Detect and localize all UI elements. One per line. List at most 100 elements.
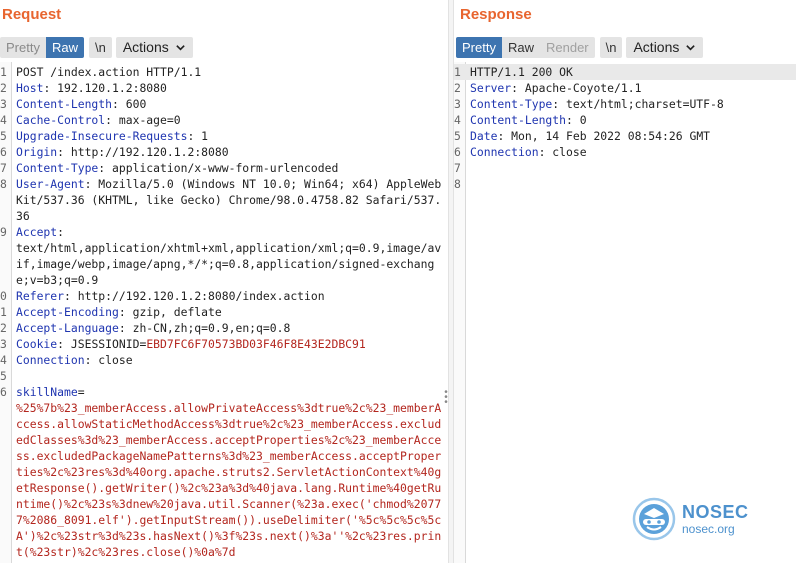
- header-name: Server: [470, 81, 512, 95]
- line-number: 2: [0, 321, 7, 335]
- header-name: Accept-Language: [16, 321, 119, 335]
- header-name: Connection: [16, 353, 85, 367]
- header-name: Cache-Control: [16, 113, 106, 127]
- watermark-title: NOSEC: [682, 502, 749, 522]
- header-value: Apache-Coyote/1.1: [518, 81, 642, 95]
- colon: :: [118, 321, 126, 335]
- request-line: 5: [0, 368, 448, 384]
- response-line: 4 Content-Length: 0: [454, 112, 796, 128]
- line-number: 5: [454, 129, 461, 143]
- response-title: Response: [460, 6, 532, 23]
- header-value: JSESSIONID: [64, 337, 140, 351]
- response-newline-toggle[interactable]: \n: [599, 36, 623, 58]
- line-number: 4: [0, 113, 7, 127]
- param-value: %25%7b%23_memberAccess.allowPrivateAcces…: [16, 401, 442, 559]
- header-value: gzip, deflate: [125, 305, 222, 319]
- line-number: 1: [0, 305, 7, 319]
- response-line: 6 Connection: close: [454, 144, 796, 160]
- header-value: http://192.120.1.2:8080/index.action: [70, 289, 325, 303]
- request-line: 3 Content-Length: 600: [0, 96, 448, 112]
- line-number: 7: [454, 161, 461, 175]
- line-text: POST /index.action HTTP/1.1: [16, 65, 202, 79]
- header-value: max-age=0: [112, 113, 181, 127]
- response-line: 1 HTTP/1.1 200 OK: [454, 64, 796, 80]
- line-number: 7: [0, 161, 7, 175]
- colon: :: [57, 337, 65, 351]
- response-line: 8: [454, 176, 796, 192]
- request-raw-tab[interactable]: Raw: [45, 36, 84, 58]
- header-value: 192.120.1.2:8080: [50, 81, 167, 95]
- nosec-logo-icon: [632, 497, 676, 541]
- request-line: 4 Cache-Control: max-age=0: [0, 112, 448, 128]
- response-pane: Response Pretty Raw Render \n Actions 1H…: [454, 0, 796, 563]
- header-name: Content-Type: [470, 97, 553, 111]
- header-name: Referer: [16, 289, 65, 303]
- request-line: 1 POST /index.action HTTP/1.1: [0, 64, 448, 80]
- request-line: 2 Accept-Language: zh-CN,zh;q=0.9,en;q=0.…: [0, 320, 448, 336]
- line-number: 1: [454, 65, 461, 79]
- response-toolbar: Pretty Raw Render \n Actions: [456, 36, 707, 58]
- colon: :: [511, 81, 519, 95]
- request-editor[interactable]: 1 POST /index.action HTTP/1.1 2 Host: 192.1…: [0, 64, 448, 560]
- colon: :: [57, 225, 65, 239]
- header-value: application/x-www-form-urlencoded: [105, 161, 339, 175]
- header-name: Date: [470, 129, 498, 143]
- line-text: HTTP/1.1 200 OK: [470, 65, 573, 79]
- line-number: 3: [0, 337, 7, 351]
- header-name: Accept: [16, 225, 58, 239]
- line-number: 3: [454, 97, 461, 111]
- header-name: Content-Length: [16, 97, 113, 111]
- response-line: 5 Date: Mon, 14 Feb 2022 08:54:26 GMT: [454, 128, 796, 144]
- colon: :: [105, 113, 113, 127]
- line-number: 6: [454, 145, 461, 159]
- watermark-text: NOSEC nosec.org: [682, 503, 749, 535]
- request-title: Request: [2, 6, 62, 23]
- header-name: skillName: [16, 385, 78, 399]
- header-value: text/html;charset=UTF-8: [559, 97, 724, 111]
- request-line: 2 Host: 192.120.1.2:8080: [0, 80, 448, 96]
- header-value: 0: [572, 113, 587, 127]
- request-pretty-tab[interactable]: Pretty: [0, 36, 46, 58]
- header-value: 1: [194, 129, 209, 143]
- response-actions-button[interactable]: Actions: [626, 36, 704, 58]
- request-actions-label: Actions: [122, 38, 169, 55]
- header-name: User-Agent: [16, 177, 85, 191]
- response-actions-label: Actions: [633, 38, 680, 55]
- line-number: 0: [0, 289, 7, 303]
- equals-sign: =: [77, 385, 85, 399]
- response-line: 2 Server: Apache-Coyote/1.1: [454, 80, 796, 96]
- line-number: 9: [0, 225, 7, 239]
- response-raw-tab[interactable]: Raw: [501, 36, 540, 58]
- header-name: Content-Type: [16, 161, 99, 175]
- request-line: 7 Content-Type: application/x-www-form-ur…: [0, 160, 448, 176]
- header-value: close: [91, 353, 133, 367]
- request-newline-toggle[interactable]: \n: [88, 36, 112, 58]
- response-render-tab[interactable]: Render: [539, 36, 595, 58]
- header-value: zh-CN,zh;q=0.9,en;q=0.8: [125, 321, 291, 335]
- response-view-toggle: Pretty Raw Render: [456, 36, 595, 58]
- request-line: 6 Origin: http://192.120.1.2:8080: [0, 144, 448, 160]
- line-number: 4: [454, 113, 461, 127]
- request-line: 4 Connection: close: [0, 352, 448, 368]
- header-value: text/html,application/xhtml+xml,applicat…: [16, 241, 442, 287]
- chevron-down-icon: [175, 44, 185, 51]
- request-line: 8 User-Agent: Mozilla/5.0 (Windows NT 10.…: [0, 176, 448, 224]
- colon: :: [118, 305, 126, 319]
- response-editor[interactable]: 1 HTTP/1.1 200 OK 2 Server: Apache-Coyote/1…: [454, 64, 796, 192]
- header-name: Content-Length: [470, 113, 567, 127]
- colon: :: [64, 289, 71, 303]
- request-actions-button[interactable]: Actions: [115, 36, 193, 58]
- line-number: 2: [0, 81, 7, 95]
- request-line: 6 skillName= %25%7b%23_memberAccess.allow…: [0, 384, 448, 560]
- response-pretty-tab[interactable]: Pretty: [456, 36, 502, 58]
- response-line: 3 Content-Type: text/html;charset=UTF-8: [454, 96, 796, 112]
- response-line: 7: [454, 160, 796, 176]
- nosec-watermark: NOSEC nosec.org: [632, 497, 749, 541]
- line-number: 6: [0, 385, 7, 399]
- request-line: 0 Referer: http://192.120.1.2:8080/index.…: [0, 288, 448, 304]
- colon: :: [566, 113, 573, 127]
- line-number: 2: [454, 81, 461, 95]
- header-value: 600: [118, 97, 147, 111]
- request-line: 3 Cookie: JSESSIONID=EBD7FC6F70573BD03F46…: [0, 336, 448, 352]
- request-toolbar: Pretty Raw \n Actions: [0, 36, 197, 58]
